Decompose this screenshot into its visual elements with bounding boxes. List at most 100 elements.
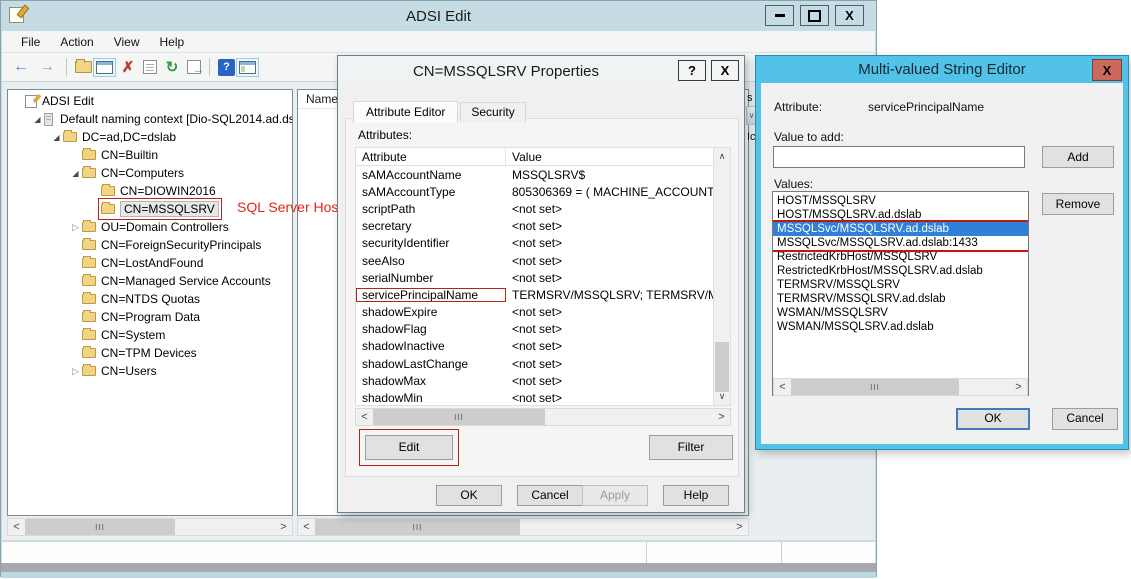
table-row[interactable]: securityIdentifier<not set> [356, 235, 715, 252]
minimize-button[interactable] [765, 5, 794, 26]
scrollbar-thumb[interactable] [373, 409, 545, 425]
value-item[interactable]: MSSQLSvc/MSSQLSRV.ad.dslab:1433 [773, 236, 1028, 250]
filter-button[interactable]: Filter [649, 435, 733, 460]
dialog-help-icon[interactable] [678, 60, 706, 81]
apply-button[interactable]: Apply [582, 485, 648, 506]
menu-view[interactable]: View [105, 33, 149, 51]
tree-item-cn-managed-service-accounts[interactable]: CN=Managed Service Accounts [8, 272, 292, 290]
properties-icon[interactable] [143, 60, 157, 74]
tree-expander-icon[interactable]: ◢ [69, 169, 82, 178]
ok-button[interactable]: OK [956, 408, 1030, 430]
scroll-down-icon[interactable]: ∨ [714, 388, 730, 405]
scroll-right-icon[interactable]: > [275, 521, 292, 533]
scrollbar-thumb[interactable] [715, 342, 729, 392]
tree-item-cn-program-data[interactable]: CN=Program Data [8, 308, 292, 326]
tree-expander-icon[interactable]: ◢ [50, 133, 63, 142]
scrollbar-thumb[interactable] [315, 519, 520, 535]
value-item[interactable]: MSSQLSvc/MSSQLSRV.ad.dslab [773, 222, 1028, 236]
value-column-header[interactable]: Value [506, 148, 730, 165]
scroll-right-icon[interactable]: > [731, 521, 748, 533]
tree-item-cn-tpm-devices[interactable]: CN=TPM Devices [8, 344, 292, 362]
menu-action[interactable]: Action [51, 33, 102, 51]
table-row[interactable]: seeAlso<not set> [356, 252, 715, 269]
value-item[interactable]: WSMAN/MSSQLSRV.ad.dslab [773, 320, 1028, 334]
value-item[interactable]: WSMAN/MSSQLSRV [773, 306, 1028, 320]
value-item[interactable]: HOST/MSSQLSRV [773, 194, 1028, 208]
value-item[interactable]: TERMSRV/MSSQLSRV [773, 278, 1028, 292]
table-row[interactable]: shadowInactive<not set> [356, 338, 715, 355]
table-row[interactable]: shadowMin<not set> [356, 389, 715, 406]
table-row[interactable]: servicePrincipalNameTERMSRV/MSSQLSRV; TE… [356, 286, 715, 303]
tab-attribute-editor[interactable]: Attribute Editor [353, 101, 458, 123]
tree-item-cn-diowin2016[interactable]: CN=DIOWIN2016 [8, 182, 292, 200]
tree-item-cn-ntds-quotas[interactable]: CN=NTDS Quotas [8, 290, 292, 308]
list-horizontal-scrollbar[interactable]: < > [297, 518, 749, 536]
menu-file[interactable]: File [12, 33, 49, 51]
table-row[interactable]: sAMAccountType805306369 = ( MACHINE_ACCO… [356, 183, 715, 200]
scroll-up-icon[interactable]: ∧ [714, 148, 730, 165]
tree-item-cn-lostandfound[interactable]: CN=LostAndFound [8, 254, 292, 272]
edit-button[interactable]: Edit [365, 435, 453, 460]
titlebar[interactable]: ADSI Edit [1, 1, 876, 31]
console-window-icon[interactable] [96, 61, 113, 74]
dialog-close-icon[interactable] [1092, 59, 1122, 81]
tree-item-ou-domain-controllers[interactable]: ▷OU=Domain Controllers [8, 218, 292, 236]
help-button[interactable]: Help [663, 485, 729, 506]
export-list-icon[interactable] [187, 60, 201, 74]
value-item[interactable]: RestrictedKrbHost/MSSQLSRV [773, 250, 1028, 264]
close-button[interactable] [835, 5, 864, 26]
table-row[interactable]: shadowMax<not set> [356, 372, 715, 389]
menu-help[interactable]: Help [151, 33, 194, 51]
refresh-icon[interactable]: ↻ [161, 57, 183, 77]
console-tree-icon[interactable] [239, 61, 256, 74]
scrollbar-thumb[interactable] [791, 379, 959, 395]
back-icon[interactable]: ← [10, 57, 32, 77]
tree-item-dc-ad-dc-dslab[interactable]: ◢DC=ad,DC=dslab [8, 128, 292, 146]
maximize-button[interactable] [800, 5, 829, 26]
scroll-right-icon[interactable]: > [713, 411, 730, 423]
table-row[interactable]: serialNumber<not set> [356, 269, 715, 286]
value-item[interactable]: RestrictedKrbHost/MSSQLSRV.ad.dslab [773, 264, 1028, 278]
table-row[interactable]: secretary<not set> [356, 218, 715, 235]
attribute-column-header[interactable]: Attribute [356, 148, 506, 165]
remove-button[interactable]: Remove [1042, 193, 1114, 215]
tree-expander-icon[interactable]: ▷ [69, 222, 82, 233]
tree-item-cn-system[interactable]: CN=System [8, 326, 292, 344]
table-row[interactable]: sAMAccountNameMSSQLSRV$ [356, 166, 715, 183]
name-column-header[interactable]: Name [298, 92, 338, 106]
scroll-right-icon[interactable]: > [1010, 381, 1027, 393]
delete-icon[interactable]: ✗ [117, 57, 139, 77]
scroll-left-icon[interactable]: < [298, 521, 315, 533]
value-to-add-input[interactable] [773, 146, 1025, 168]
scroll-left-icon[interactable]: < [356, 411, 373, 423]
scroll-left-icon[interactable]: < [774, 381, 791, 393]
forward-icon[interactable]: → [36, 57, 58, 77]
tree-item-cn-users[interactable]: ▷CN=Users [8, 362, 292, 380]
tree-horizontal-scrollbar[interactable]: < > [7, 518, 293, 536]
table-row[interactable]: shadowExpire<not set> [356, 304, 715, 321]
table-row[interactable]: scriptPath<not set> [356, 200, 715, 217]
attributes-vertical-scrollbar[interactable]: ∧ ∨ [713, 148, 730, 405]
cancel-button[interactable]: Cancel [517, 485, 583, 506]
tree-item-cn-builtin[interactable]: CN=Builtin [8, 146, 292, 164]
value-item[interactable]: TERMSRV/MSSQLSRV.ad.dslab [773, 292, 1028, 306]
value-item[interactable]: HOST/MSSQLSRV.ad.dslab [773, 208, 1028, 222]
tree-item-adsi-edit[interactable]: ADSI Edit [8, 92, 292, 110]
table-row[interactable]: shadowLastChange<not set> [356, 355, 715, 372]
tree-item-cn-foreignsecurityprincipals[interactable]: CN=ForeignSecurityPrincipals [8, 236, 292, 254]
help-icon[interactable]: ? [218, 59, 235, 76]
table-row[interactable]: shadowFlag<not set> [356, 321, 715, 338]
tab-security[interactable]: Security [460, 102, 525, 122]
values-horizontal-scrollbar[interactable]: < > [773, 378, 1028, 396]
cancel-button[interactable]: Cancel [1052, 408, 1118, 430]
tree-item-default-naming-context-dio-sql2014-ad-dsla[interactable]: ◢Default naming context [Dio-SQL2014.ad.… [8, 110, 292, 128]
scroll-left-icon[interactable]: < [8, 521, 25, 533]
dialog-close-icon[interactable] [711, 60, 739, 81]
attributes-horizontal-scrollbar[interactable]: < > [355, 408, 731, 426]
properties-dialog-titlebar[interactable]: CN=MSSQLSRV Properties [338, 56, 744, 86]
tree-expander-icon[interactable]: ◢ [31, 115, 44, 124]
scrollbar-thumb[interactable] [25, 519, 175, 535]
tree-item-cn-computers[interactable]: ◢CN=Computers [8, 164, 292, 182]
add-button[interactable]: Add [1042, 146, 1114, 168]
tree-expander-icon[interactable]: ▷ [69, 366, 82, 377]
